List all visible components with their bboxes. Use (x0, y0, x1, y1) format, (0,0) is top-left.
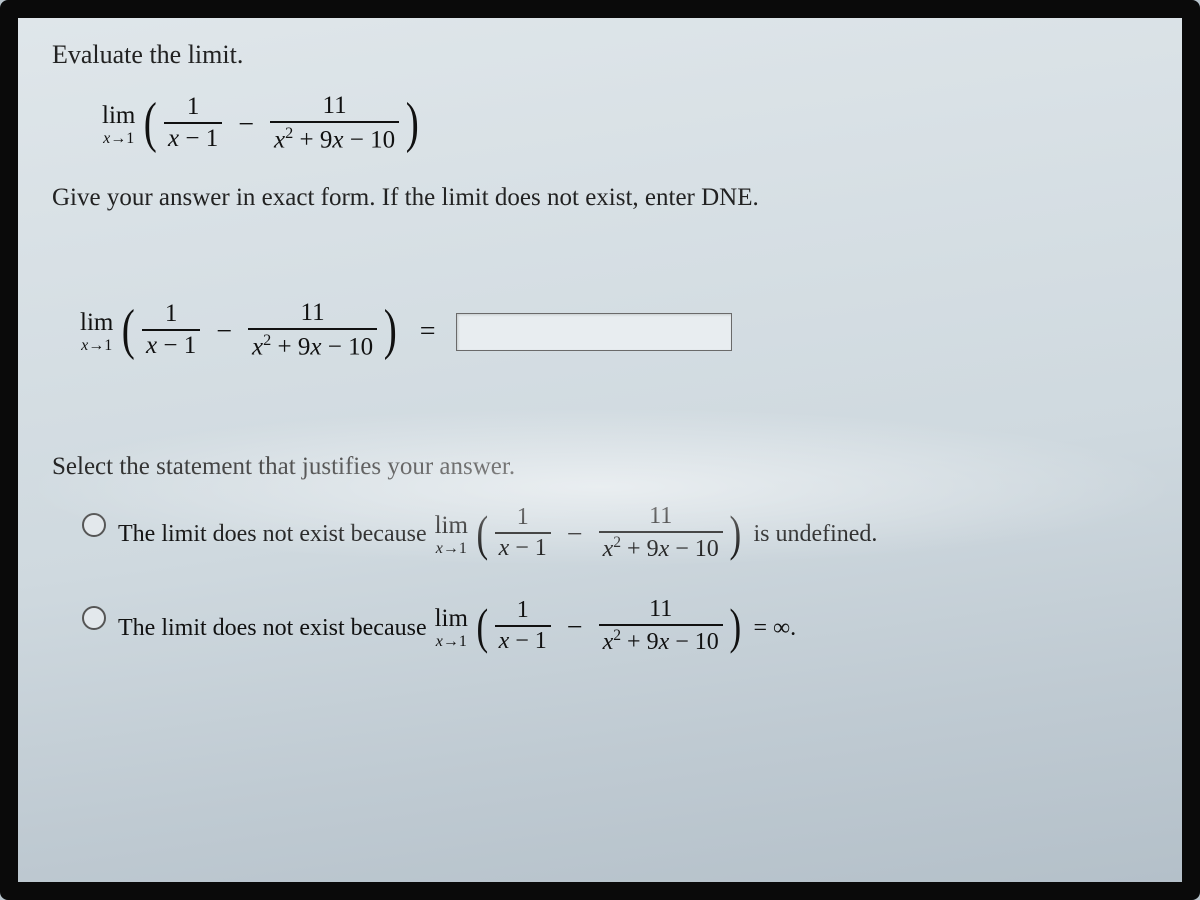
fraction-1-den: x − 1 (164, 126, 222, 152)
question-prompt: Evaluate the limit. (52, 40, 1148, 70)
fraction-2: 11 x2 + 9x − 10 (270, 93, 399, 154)
equals-sign: = (404, 316, 452, 348)
option-2-pre: The limit does not exist because (118, 615, 427, 642)
fraction-2b: 11 x2 + 9x − 10 (248, 300, 377, 361)
fraction-2-den: x2 + 9x − 10 (270, 125, 399, 154)
option-2-post: = ∞. (753, 615, 796, 642)
option-1[interactable]: The limit does not exist because lim x→1… (82, 506, 1148, 564)
justification-options: The limit does not exist because lim x→1… (82, 506, 1148, 658)
question-panel: Evaluate the limit. lim x→1 ( 1 x − 1 − … (0, 0, 1200, 900)
limit-approach: x→1 (103, 131, 134, 147)
instruction-text: Give your answer in exact form. If the l… (52, 184, 1148, 212)
option-1-pre: The limit does not exist because (118, 521, 427, 548)
radio-icon[interactable] (82, 606, 106, 630)
option-2[interactable]: The limit does not exist because lim x→1… (82, 599, 1148, 657)
lim-operator-2: lim x→1 (80, 310, 113, 354)
minus-operator: − (226, 109, 266, 141)
paren-open: ( (144, 95, 157, 151)
radio-icon[interactable] (82, 513, 106, 537)
limit-expression: lim x→1 ( 1 x − 1 − 11 x2 + 9x − 10 ) (102, 95, 1148, 156)
fraction-1b: 1 x − 1 (142, 301, 200, 360)
select-statement: Select the statement that justifies your… (52, 453, 1148, 481)
option-1-post: is undefined. (753, 521, 877, 548)
lim-operator: lim x→1 (102, 103, 135, 147)
limit-answer-row: lim x→1 ( 1 x − 1 − 11 x2 + 9x − 10 ) = (80, 302, 1148, 363)
fraction-1: 1 x − 1 (164, 94, 222, 153)
paren-close: ) (406, 95, 419, 151)
answer-input[interactable] (456, 313, 732, 351)
